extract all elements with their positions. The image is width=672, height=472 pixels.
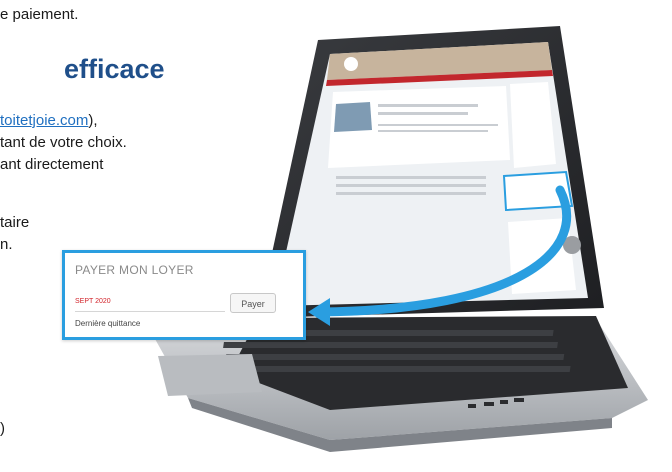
sidebar-panel bbox=[510, 82, 556, 168]
laptop-illustration bbox=[150, 26, 648, 452]
content-thumbnail bbox=[334, 102, 372, 132]
pay-rent-callout: PAYER MON LOYER SEPT 2020 Payer Dernière… bbox=[62, 250, 306, 340]
touchpad bbox=[158, 354, 262, 396]
pay-button[interactable]: Payer bbox=[230, 293, 276, 313]
pay-rent-title: PAYER MON LOYER bbox=[75, 263, 194, 277]
amount-underline bbox=[75, 311, 225, 312]
last-receipt-link[interactable]: Dernière quittance bbox=[75, 319, 140, 328]
rent-period: SEPT 2020 bbox=[75, 298, 111, 305]
site-logo bbox=[344, 57, 358, 71]
